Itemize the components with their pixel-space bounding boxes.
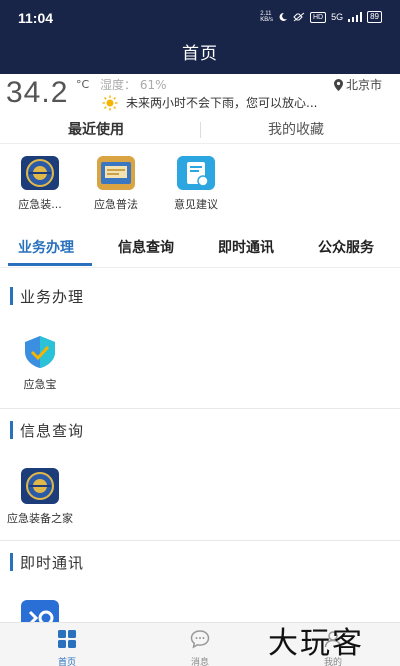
location-pin-icon (333, 78, 343, 91)
weather-widget[interactable]: 34.2 °C 湿度： 61% 未来两小时不会下雨，您可以放心... 北京市 (0, 74, 400, 116)
law-book-icon (97, 156, 135, 190)
sun-icon (102, 95, 118, 111)
nav-label: 首页 (57, 658, 76, 666)
temperature: 34.2 (6, 76, 69, 109)
section-header: 业务办理 (0, 286, 400, 306)
section-business: 业务办理 应急宝 (0, 286, 400, 408)
app-chat[interactable] (0, 594, 80, 622)
forecast-text: 未来两小时不会下雨，您可以放心... (126, 96, 318, 110)
moon-icon (279, 12, 287, 21)
category-tabs: 业务办理 信息查询 即时通讯 公众服务 (0, 228, 400, 268)
section-header: 即时通讯 (0, 552, 400, 572)
status-time: 11:04 (18, 10, 54, 26)
status-icons: 2.11 KB/s HD 5G 89 (260, 11, 382, 23)
tab-public-service[interactable]: 公众服务 (318, 237, 374, 257)
emergency-equipment-icon (21, 468, 59, 504)
recent-app-feedback[interactable]: 意见建议 (156, 150, 236, 212)
tab-recent[interactable]: 最近使用 (68, 119, 124, 139)
location[interactable]: 北京市 (333, 76, 382, 93)
app-label: 应急装备之家 (7, 512, 73, 525)
message-icon (190, 630, 210, 649)
nav-home[interactable]: 首页 (37, 629, 97, 666)
section-bar (10, 287, 13, 305)
app-emergency-equipment-home[interactable]: 应急装备之家 (0, 462, 80, 526)
section-instant-message: 即时通讯 (0, 552, 400, 622)
app-yingjibao[interactable]: 应急宝 (0, 328, 80, 392)
app-label: 应急装... (18, 198, 62, 211)
status-bar: 11:04 2.11 KB/s HD 5G 89 (0, 0, 400, 36)
recent-app-emergency-equipment[interactable]: 应急装... (0, 150, 80, 212)
tab-favorites[interactable]: 我的收藏 (268, 119, 324, 139)
section-header: 信息查询 (0, 420, 400, 440)
active-tab-underline (8, 263, 92, 266)
section-title: 业务办理 (20, 288, 85, 306)
home-grid-icon (58, 630, 76, 648)
nav-label: 消息 (190, 658, 209, 666)
watermark: 大玩客 (268, 626, 364, 661)
app-label: 应急宝 (23, 378, 57, 391)
section-info-query: 信息查询 应急装备之家 (0, 420, 400, 542)
section-title: 即时通讯 (20, 554, 85, 572)
battery-icon: 89 (367, 11, 382, 23)
recent-app-law[interactable]: 应急普法 (76, 150, 156, 212)
shield-icon (21, 334, 59, 370)
nav-messages[interactable]: 消息 (170, 629, 230, 666)
title-bar: 首页 (0, 36, 400, 74)
section-divider (0, 408, 400, 409)
mute-icon (293, 12, 305, 22)
tab-divider (200, 122, 201, 138)
feedback-icon (177, 156, 215, 190)
emergency-equipment-icon (21, 156, 59, 190)
section-bar (10, 421, 13, 439)
quick-tabs: 最近使用 我的收藏 (0, 116, 400, 144)
location-text: 北京市 (345, 78, 382, 92)
network-type: 5G (331, 12, 344, 22)
tab-instant-message[interactable]: 即时通讯 (218, 237, 274, 257)
app-label: 意见建议 (174, 198, 218, 211)
signal-icon (348, 12, 363, 22)
app-label: 应急普法 (94, 198, 138, 211)
page-title: 首页 (182, 44, 218, 64)
tab-business[interactable]: 业务办理 (18, 237, 74, 257)
forecast: 未来两小时不会下雨，您可以放心... (102, 94, 370, 111)
recent-apps: 应急装... 应急普法 意见建议 (0, 150, 400, 220)
chat-app-icon (21, 600, 59, 622)
net-speed: 2.11 KB/s (260, 11, 273, 23)
hd-icon: HD (309, 11, 327, 23)
tab-info-query[interactable]: 信息查询 (118, 237, 174, 257)
temperature-unit: °C (76, 78, 90, 91)
section-title: 信息查询 (20, 422, 85, 440)
section-bar (10, 553, 13, 571)
humidity: 湿度： 61% (100, 78, 167, 92)
section-divider (0, 540, 400, 541)
